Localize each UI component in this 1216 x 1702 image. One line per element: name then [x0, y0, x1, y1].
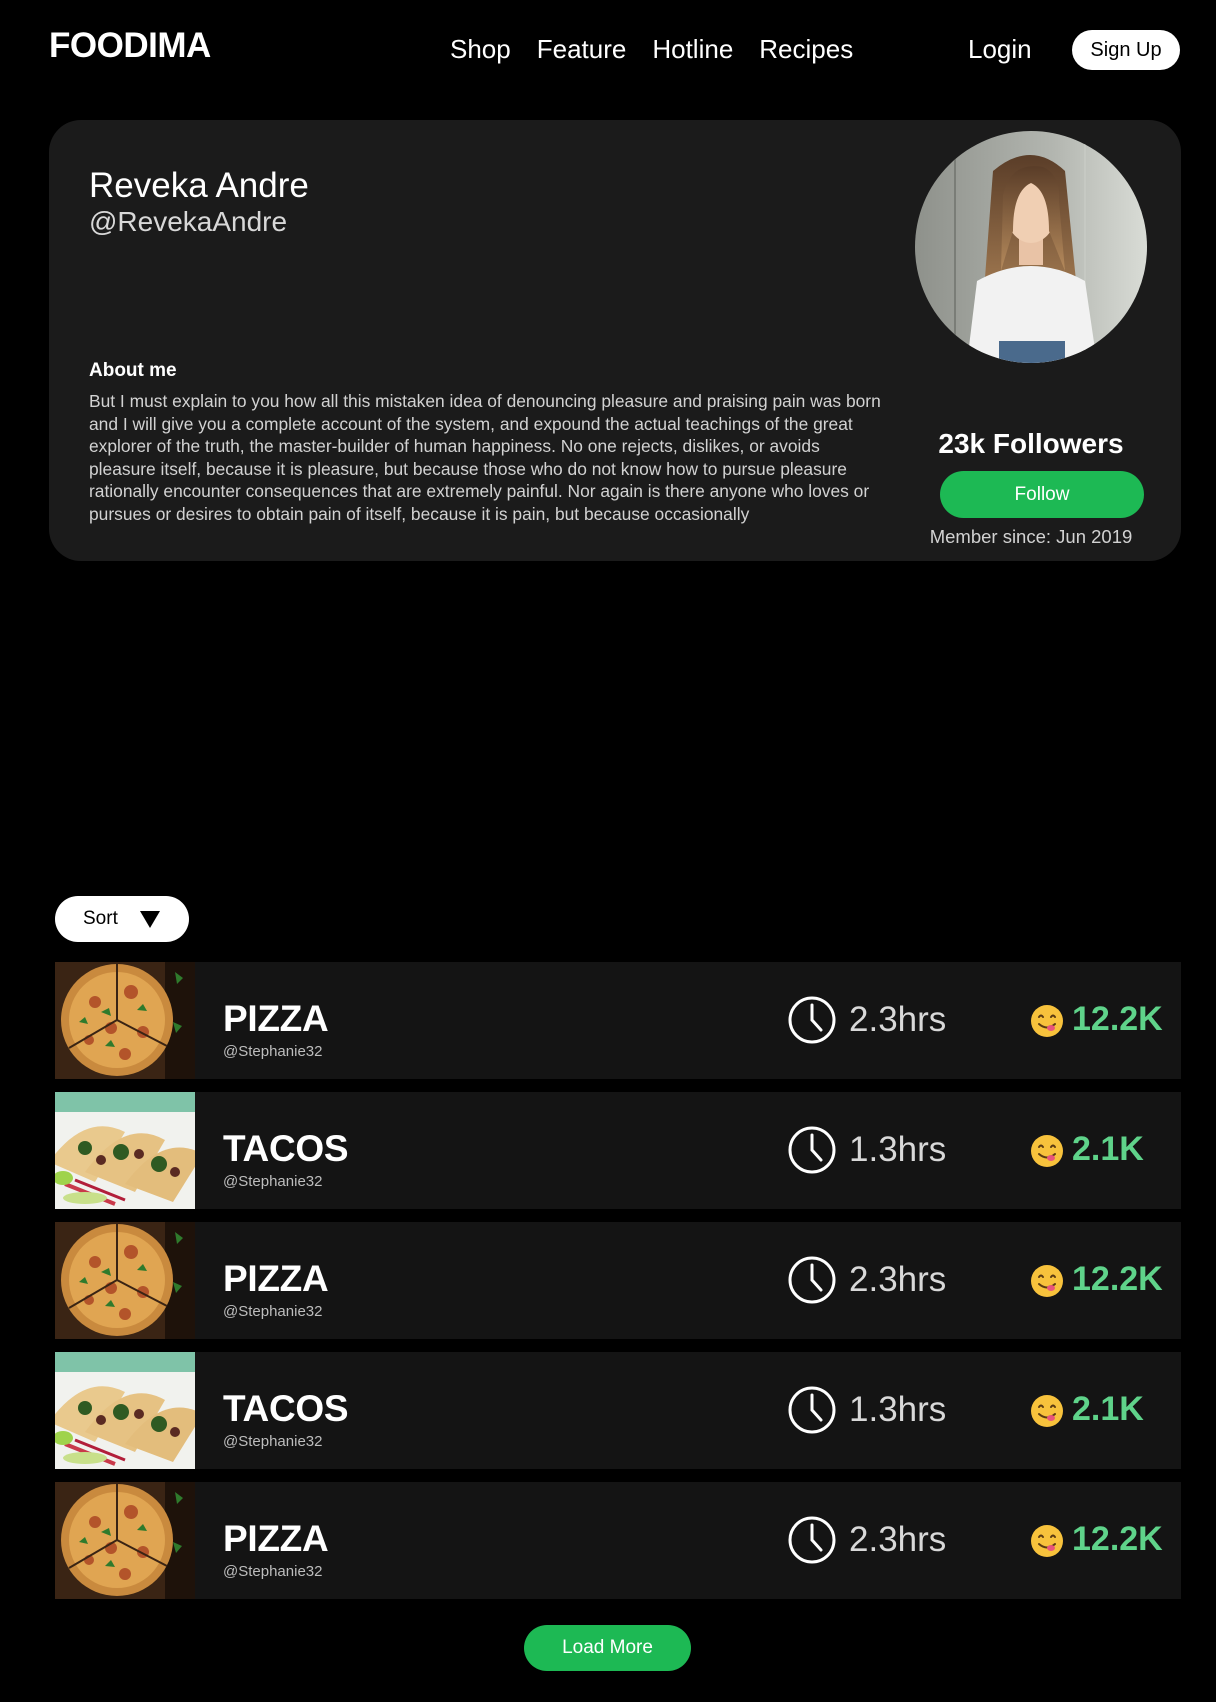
recipe-title: PIZZA	[223, 998, 329, 1039]
recipe-author: @Stephanie32	[223, 1173, 323, 1190]
sort-dropdown[interactable]: Sort	[55, 896, 189, 942]
yum-emoji-icon	[1031, 1135, 1063, 1167]
pizza-image	[55, 1482, 195, 1599]
recipe-title: PIZZA	[223, 1258, 329, 1299]
recipe-row[interactable]: PIZZA @Stephanie32 2.3hrs 12.2K	[55, 1222, 1181, 1339]
yum-emoji-icon	[1031, 1395, 1063, 1427]
site-logo[interactable]: FOODIMA	[49, 26, 211, 66]
nav-hotline[interactable]: Hotline	[652, 32, 733, 66]
nav-shop[interactable]: Shop	[450, 32, 511, 66]
recipe-row[interactable]: TACOS @Stephanie32 1.3hrs 2.1K	[55, 1092, 1181, 1209]
sort-label: Sort	[83, 908, 118, 929]
pizza-image	[55, 1222, 195, 1339]
recipe-row[interactable]: TACOS @Stephanie32 1.3hrs 2.1K	[55, 1352, 1181, 1469]
follow-button[interactable]: Follow	[940, 471, 1144, 518]
recipe-list: PIZZA @Stephanie32 2.3hrs 12.2K TACOS @S…	[55, 962, 1181, 1612]
member-since: Member since: Jun 2019	[929, 526, 1133, 547]
profile-name: Reveka Andre	[89, 166, 309, 205]
signup-button[interactable]: Sign Up	[1072, 30, 1180, 70]
recipe-time: 2.3hrs	[849, 1000, 947, 1039]
pizza-image	[55, 962, 195, 1079]
recipe-title: TACOS	[223, 1128, 349, 1169]
clock-icon	[788, 996, 836, 1044]
profile-card: Reveka Andre @RevekaAndre About me But I…	[49, 120, 1181, 561]
recipe-likes: 2.1K	[1072, 1390, 1144, 1428]
recipe-author: @Stephanie32	[223, 1433, 323, 1450]
main-nav: Shop Feature Hotline Recipes	[450, 32, 879, 66]
recipe-time: 1.3hrs	[849, 1130, 947, 1169]
tacos-image	[55, 1352, 195, 1469]
login-link[interactable]: Login	[968, 32, 1032, 66]
about-heading: About me	[89, 360, 177, 381]
recipe-likes: 2.1K	[1072, 1130, 1144, 1168]
profile-handle: @RevekaAndre	[89, 206, 288, 237]
yum-emoji-icon	[1031, 1005, 1063, 1037]
recipe-author: @Stephanie32	[223, 1563, 323, 1580]
recipe-likes: 12.2K	[1072, 1260, 1163, 1298]
clock-icon	[788, 1126, 836, 1174]
recipe-time: 2.3hrs	[849, 1520, 947, 1559]
recipe-likes: 12.2K	[1072, 1520, 1163, 1558]
recipe-title: PIZZA	[223, 1518, 329, 1559]
recipe-time: 1.3hrs	[849, 1390, 947, 1429]
clock-icon	[788, 1516, 836, 1564]
recipe-row[interactable]: PIZZA @Stephanie32 2.3hrs 12.2K	[55, 962, 1181, 1079]
recipe-title: TACOS	[223, 1388, 349, 1429]
tacos-image	[55, 1092, 195, 1209]
recipe-likes: 12.2K	[1072, 1000, 1163, 1038]
recipe-author: @Stephanie32	[223, 1043, 323, 1060]
recipe-time: 2.3hrs	[849, 1260, 947, 1299]
caret-down-icon	[140, 911, 160, 928]
load-more-button[interactable]: Load More	[524, 1625, 691, 1671]
yum-emoji-icon	[1031, 1265, 1063, 1297]
clock-icon	[788, 1256, 836, 1304]
clock-icon	[788, 1386, 836, 1434]
recipe-author: @Stephanie32	[223, 1303, 323, 1320]
recipe-row[interactable]: PIZZA @Stephanie32 2.3hrs 12.2K	[55, 1482, 1181, 1599]
profile-avatar	[915, 131, 1147, 363]
yum-emoji-icon	[1031, 1525, 1063, 1557]
nav-feature[interactable]: Feature	[537, 32, 627, 66]
about-text: But I must explain to you how all this m…	[89, 391, 881, 524]
nav-recipes[interactable]: Recipes	[759, 32, 853, 66]
followers-count: 23k Followers	[938, 428, 1124, 459]
